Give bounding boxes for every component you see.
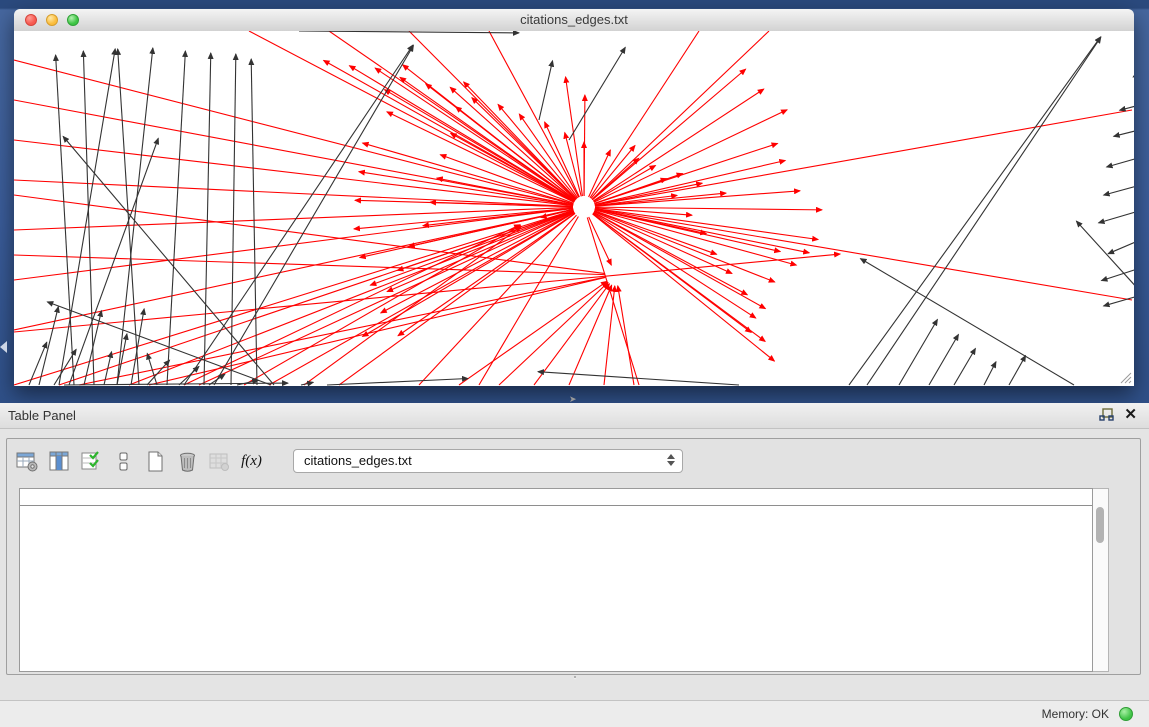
- network-edge: [929, 335, 958, 385]
- network-edge: [304, 226, 521, 385]
- new-table-icon[interactable]: [143, 449, 168, 474]
- network-edge: [1120, 100, 1134, 110]
- network-edge: [604, 286, 615, 385]
- table-header-row: [20, 489, 1092, 506]
- network-edge: [595, 209, 1132, 300]
- table-panel-header: Table Panel ✕: [0, 403, 1149, 429]
- network-edge: [1104, 180, 1134, 195]
- network-edge: [244, 225, 520, 385]
- row-handle-icon[interactable]: [111, 449, 136, 474]
- function-builder-icon[interactable]: f(x): [239, 449, 264, 474]
- network-edge: [384, 90, 574, 202]
- network-table-selector-value: citations_edges.txt: [304, 453, 412, 468]
- application-desktop: citations_edges.txt ➤: [0, 0, 1149, 403]
- network-edge: [69, 138, 158, 385]
- window-title: citations_edges.txt: [14, 12, 1134, 27]
- memory-ok-indicator[interactable]: [1119, 707, 1133, 721]
- network-edge: [237, 380, 258, 385]
- network-edge: [464, 82, 577, 199]
- network-edge: [595, 207, 822, 210]
- network-edge: [593, 214, 775, 361]
- status-bar: Memory: OK: [0, 700, 1149, 727]
- network-edge: [595, 110, 1132, 205]
- scrollbar-thumb[interactable]: [1096, 507, 1104, 543]
- network-edge: [1114, 125, 1134, 136]
- network-edge: [593, 89, 764, 201]
- network-edge: [584, 95, 585, 196]
- network-edge: [56, 55, 74, 385]
- network-edge: [381, 212, 574, 313]
- collapsed-panel-arrow-icon[interactable]: [0, 341, 7, 353]
- network-edge: [1099, 205, 1134, 223]
- network-edge: [590, 31, 699, 198]
- table-vertical-scrollbar[interactable]: [1093, 488, 1109, 672]
- network-edge: [14, 210, 574, 385]
- network-edge: [984, 362, 996, 385]
- network-edge: [83, 51, 94, 385]
- network-edge: [589, 150, 611, 197]
- network-edge: [569, 47, 625, 140]
- import-table-disabled-icon: [207, 449, 232, 474]
- network-edge: [339, 213, 575, 385]
- select-columns-icon[interactable]: [79, 449, 104, 474]
- network-edge: [1108, 232, 1134, 254]
- network-edge: [1133, 60, 1134, 77]
- window-resize-grip[interactable]: [1118, 370, 1132, 384]
- network-edge: [1009, 356, 1026, 385]
- table-type-tabs: [574, 676, 576, 678]
- close-panel-icon[interactable]: ✕: [1124, 407, 1137, 423]
- network-edge: [1101, 262, 1134, 281]
- node-attribute-table: [19, 488, 1093, 672]
- network-edge: [14, 60, 573, 204]
- memory-status-label: Memory: OK: [1042, 707, 1109, 721]
- network-edge: [327, 379, 468, 385]
- network-edge: [1107, 152, 1134, 167]
- network-edge: [954, 348, 975, 385]
- network-edge: [592, 69, 745, 200]
- network-edge: [534, 284, 609, 385]
- table-settings-icon[interactable]: [15, 449, 40, 474]
- delete-table-icon[interactable]: [175, 449, 200, 474]
- citation-network-graph[interactable]: [14, 31, 1134, 386]
- network-edge: [14, 255, 605, 275]
- table-panel-body: f(x) citations_edges.txt: [6, 438, 1141, 675]
- table-panel: Table Panel ✕: [0, 403, 1149, 700]
- network-edge: [79, 277, 605, 385]
- network-edge: [618, 286, 634, 385]
- float-panel-icon[interactable]: [1099, 408, 1114, 422]
- network-edge: [867, 37, 1101, 385]
- network-edge: [14, 180, 573, 206]
- network-edge: [539, 61, 553, 120]
- network-canvas[interactable]: [14, 31, 1134, 386]
- column-visibility-icon[interactable]: [47, 449, 72, 474]
- network-edge: [47, 302, 271, 385]
- network-edge: [849, 37, 1101, 385]
- network-edge: [499, 283, 608, 385]
- network-edge: [459, 281, 607, 385]
- table-toolbar: f(x) citations_edges.txt: [15, 445, 683, 477]
- network-window: citations_edges.txt: [14, 9, 1134, 386]
- selector-updown-arrows-icon: [667, 454, 675, 466]
- network-edge: [860, 259, 1074, 385]
- network-edge: [398, 213, 575, 335]
- network-edge: [14, 195, 605, 274]
- table-panel-title: Table Panel: [8, 408, 76, 423]
- network-table-selector[interactable]: citations_edges.txt: [293, 449, 683, 473]
- network-edge: [595, 160, 786, 204]
- network-edge: [39, 307, 58, 385]
- network-edge: [64, 383, 288, 385]
- network-window-titlebar[interactable]: citations_edges.txt: [14, 9, 1134, 32]
- network-edge: [249, 31, 574, 202]
